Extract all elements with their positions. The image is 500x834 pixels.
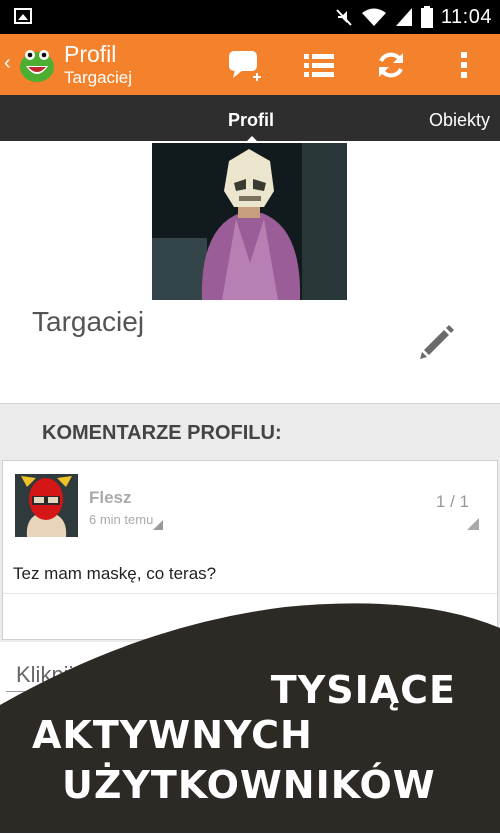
image-icon [14,8,32,24]
comment-input[interactable]: Kliknij [16,662,73,688]
chevron-left-icon[interactable]: ‹ [4,52,11,75]
promo-line-3: UŻYTKOWNIKÓW [62,763,436,807]
comment-page-count: 1 / 1 [435,492,469,511]
dropdown-corner-icon[interactable] [467,518,479,530]
list-icon[interactable] [296,34,342,95]
action-bar: ‹ Profil Targaciej [0,34,500,95]
battery-icon [420,6,433,28]
tab-obiekty[interactable]: Obiekty [429,95,490,141]
divider [3,593,497,594]
clock: 11:04 [440,5,492,28]
wifi-icon [361,8,386,26]
status-icons: 11:04 [335,0,492,34]
pencil-icon[interactable] [418,322,456,360]
overflow-menu-icon[interactable] [444,34,484,95]
page-title: Profil [64,41,117,67]
comment-text: Tez mam maskę, co teras? [13,564,217,583]
dropdown-corner-icon[interactable] [153,520,163,530]
tab-bar: Profil Obiekty [0,95,500,141]
profile-photo[interactable] [152,143,347,300]
mute-icon [336,9,352,26]
tab-profil[interactable]: Profil [228,95,274,141]
comment-card[interactable]: Flesz 6 min temu 1 / 1 Tez mam maskę, co… [2,460,498,640]
signal-icon [395,8,412,26]
promo-line-2: AKTYWNYCH [32,713,313,757]
promo-line-1: TYSIĄCE [270,668,456,712]
comment-avatar[interactable] [15,474,78,537]
profile-username: Targaciej [32,306,145,337]
page-subtitle: Targaciej [64,68,133,87]
comment-time: 6 min temu [89,512,154,527]
app-logo[interactable] [18,46,56,84]
comment-author: Flesz [89,488,132,507]
refresh-icon[interactable] [368,34,414,95]
comments-header: KOMENTARZE PROFILU: [42,422,282,444]
tab-indicator [246,136,258,142]
new-comment-icon[interactable] [222,34,268,95]
status-bar: 11:04 [0,0,500,34]
